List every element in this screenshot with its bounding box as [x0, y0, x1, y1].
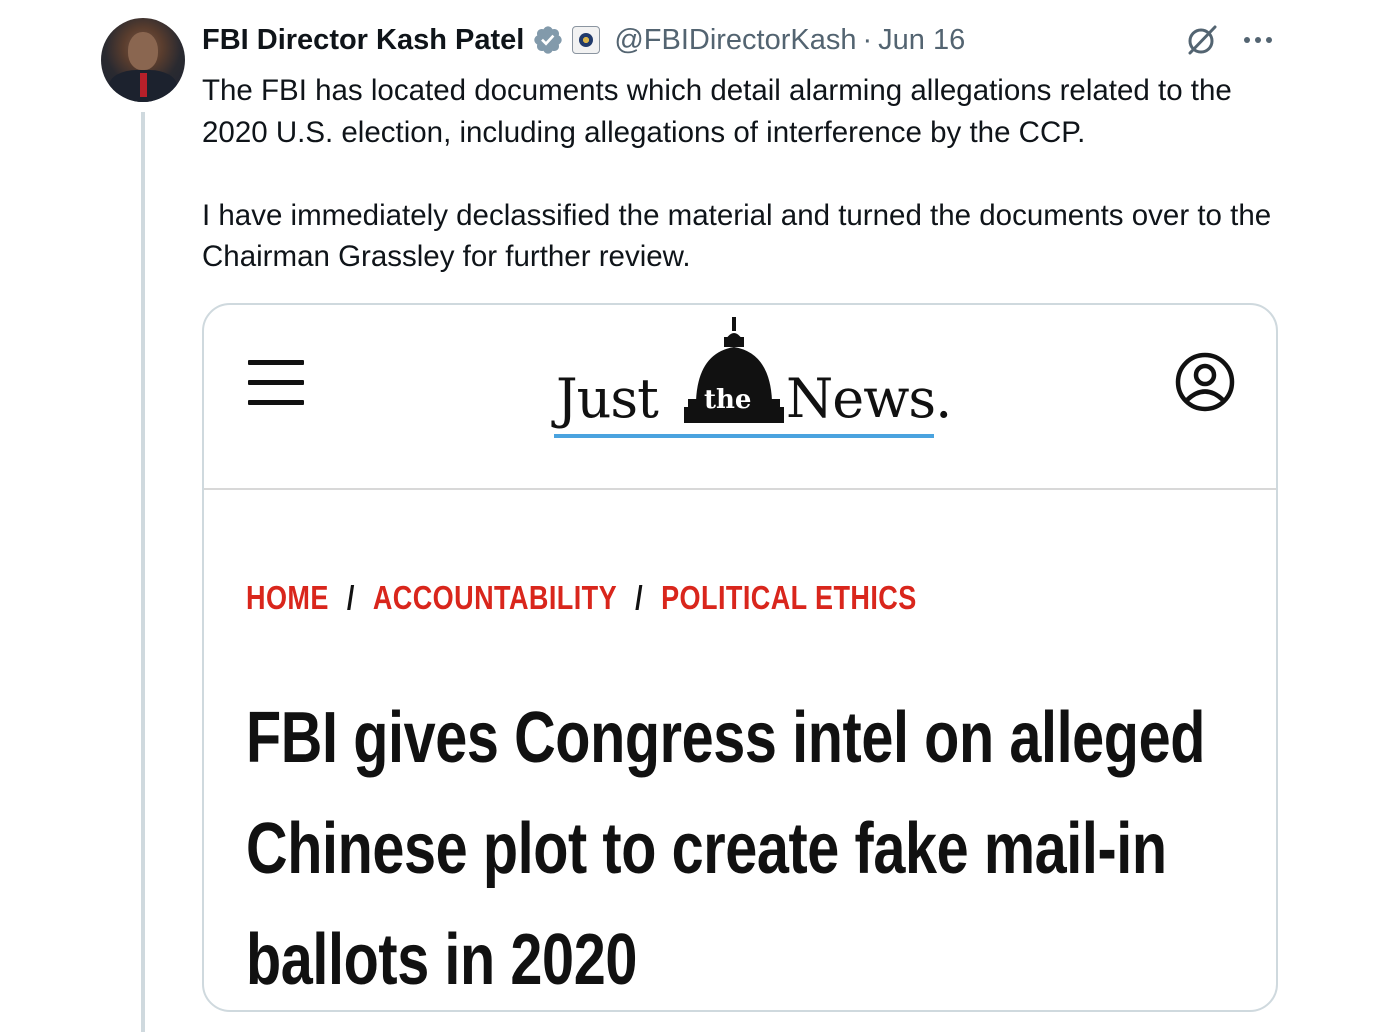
logo-underline	[554, 434, 934, 438]
grok-icon[interactable]	[1184, 22, 1220, 58]
tweet-header: FBI Director Kash Patel @FBIDirectorKash…	[202, 20, 965, 60]
hamburger-menu-icon	[248, 360, 304, 406]
breadcrumb-accountability: ACCOUNTABILITY	[372, 579, 618, 616]
media-card[interactable]: Just the News. HOME / ACCOUNTABILITY / POLIT…	[202, 303, 1278, 1012]
verified-badge-icon[interactable]	[532, 24, 564, 56]
logo-word-the: the	[704, 385, 752, 415]
article-headline: FBI gives Congress intel on alleged Chin…	[246, 698, 1206, 1000]
breadcrumb-home: HOME	[246, 579, 329, 616]
avatar[interactable]	[101, 18, 185, 102]
breadcrumb-separator: /	[346, 579, 355, 616]
logo-word-just: Just	[556, 367, 659, 430]
breadcrumb-political-ethics: POLITICAL ETHICS	[661, 579, 917, 616]
breadcrumb: HOME / ACCOUNTABILITY / POLITICAL ETHICS	[246, 579, 917, 617]
avatar-tie	[140, 73, 147, 97]
breadcrumb-separator: /	[635, 579, 644, 616]
tweet-text: The FBI has located documents which deta…	[202, 70, 1292, 278]
user-handle[interactable]: @FBIDirectorKash	[614, 24, 856, 57]
tweet-paragraph: The FBI has located documents which deta…	[202, 74, 1232, 149]
tweet-date[interactable]: Jun 16	[878, 24, 965, 57]
tweet-paragraph: I have immediately declassified the mate…	[202, 198, 1272, 274]
site-logo: Just the News.	[554, 317, 954, 438]
site-header: Just the News.	[204, 305, 1276, 490]
more-options-icon[interactable]	[1240, 26, 1276, 54]
logo-word-news: News.	[786, 367, 952, 430]
thread-line	[141, 112, 145, 1032]
user-profile-icon	[1175, 352, 1235, 412]
display-name[interactable]: FBI Director Kash Patel	[202, 24, 524, 57]
avatar-face	[128, 32, 158, 70]
header-separator: ·	[862, 23, 873, 56]
fbi-seal-icon[interactable]	[572, 26, 601, 54]
